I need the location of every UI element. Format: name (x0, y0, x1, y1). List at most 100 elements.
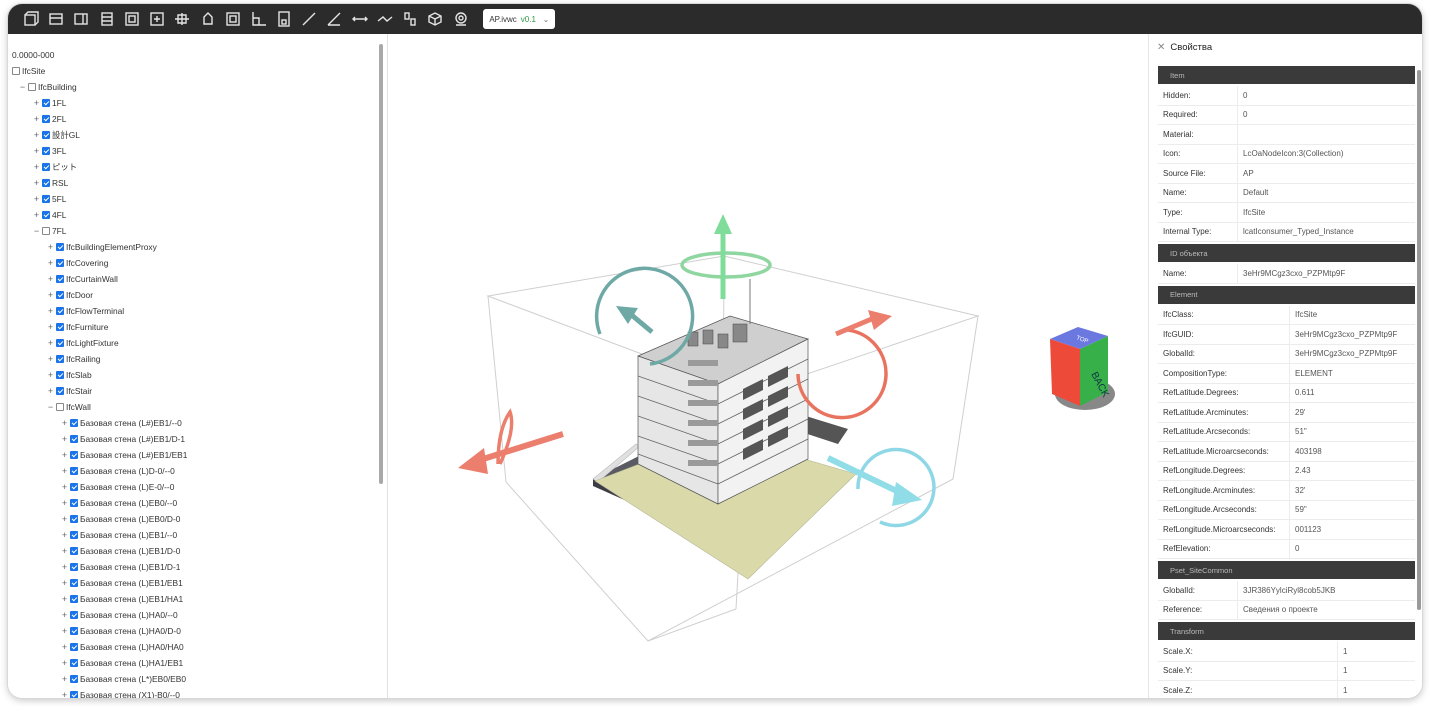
visibility-checkbox[interactable] (42, 163, 50, 171)
visibility-checkbox[interactable] (70, 659, 78, 667)
explode-button[interactable] (397, 7, 422, 31)
visibility-checkbox[interactable] (70, 675, 78, 683)
visibility-checkbox[interactable] (42, 147, 50, 155)
visibility-checkbox[interactable] (70, 611, 78, 619)
tree-item[interactable]: + IfcBuildingElementProxy (46, 240, 157, 254)
tree-item[interactable]: + Базовая стена (L#)EB1/--0 (60, 416, 182, 430)
measure-line-button[interactable] (296, 7, 321, 31)
cube-front-button[interactable] (18, 7, 43, 31)
visibility-checkbox[interactable] (12, 67, 20, 75)
expand-icon[interactable]: + (46, 258, 55, 268)
arrow-neg-x-head[interactable] (458, 448, 488, 474)
tree-item[interactable]: + ピット (32, 160, 77, 174)
cube-right-button[interactable] (119, 7, 144, 31)
tree-item[interactable]: +2FL (32, 112, 67, 126)
visibility-checkbox[interactable] (56, 355, 64, 363)
expand-icon[interactable]: + (32, 210, 41, 220)
tree-item[interactable]: + Базовая стена (L)EB0/D-0 (60, 512, 181, 526)
tree-item[interactable]: + Базовая стена (L*)EB0/EB0 (60, 672, 186, 686)
3d-viewport[interactable]: BACK TOP (388, 34, 1148, 698)
visibility-checkbox[interactable] (42, 211, 50, 219)
tree-item[interactable]: + IfcRailing (46, 352, 101, 366)
expand-icon[interactable]: + (60, 578, 69, 588)
visibility-checkbox[interactable] (42, 131, 50, 139)
view-cube[interactable]: BACK TOP (1050, 327, 1115, 410)
property-section-header[interactable]: ID объекта (1158, 244, 1415, 262)
expand-icon[interactable]: + (60, 434, 69, 444)
visibility-checkbox[interactable] (56, 403, 64, 411)
visibility-checkbox[interactable] (56, 323, 64, 331)
cube-side-button[interactable] (69, 7, 94, 31)
tree-item[interactable]: + Базовая стена (L)EB1/--0 (60, 528, 177, 542)
tree-item[interactable]: +1FL (32, 96, 67, 110)
visibility-checkbox[interactable] (70, 419, 78, 427)
fit-view-button[interactable] (220, 7, 245, 31)
tree-item[interactable]: + 設計GL (32, 128, 80, 142)
visibility-checkbox[interactable] (70, 547, 78, 555)
property-section-header[interactable]: Element (1158, 285, 1415, 304)
visibility-checkbox[interactable] (56, 307, 64, 315)
rotate-cursor-button[interactable] (195, 7, 220, 31)
expand-icon[interactable]: + (60, 658, 69, 668)
tree-item[interactable]: + Базовая стена (L)HA0/D-0 (60, 624, 181, 638)
collapse-icon[interactable]: − (32, 226, 41, 236)
tree-item[interactable]: + Базовая стена (L)EB1/HA1 (60, 592, 183, 606)
expand-icon[interactable]: + (60, 482, 69, 492)
cube-top-button[interactable] (43, 7, 68, 31)
visibility-checkbox[interactable] (70, 627, 78, 635)
collapse-icon[interactable]: − (46, 402, 55, 412)
visibility-checkbox[interactable] (42, 99, 50, 107)
visibility-checkbox[interactable] (70, 499, 78, 507)
expand-icon[interactable]: + (32, 178, 41, 188)
expand-icon[interactable]: + (60, 594, 69, 604)
rotate-ring-red[interactable] (796, 328, 888, 420)
visibility-checkbox[interactable] (56, 275, 64, 283)
arrow-z-head[interactable] (892, 482, 922, 506)
visibility-checkbox[interactable] (56, 243, 64, 251)
tree-item[interactable]: + Базовая стена (L)HA1/EB1 (60, 656, 183, 670)
tree-item[interactable]: + IfcFlowTerminal (46, 304, 124, 318)
axis-button[interactable] (246, 7, 271, 31)
property-section-header[interactable]: Transform (1158, 622, 1415, 640)
tree-item[interactable]: + Базовая стена (L)EB0/--0 (60, 496, 177, 510)
visibility-checkbox[interactable] (70, 579, 78, 587)
tree-item[interactable]: +4FL (32, 208, 67, 222)
tree-item[interactable]: + Базовая стена (L#)EB1/D-1 (60, 432, 185, 446)
visibility-checkbox[interactable] (56, 371, 64, 379)
tree-item[interactable]: + Базовая стена (L)EB1/D-0 (60, 544, 181, 558)
expand-icon[interactable]: + (32, 146, 41, 156)
clip-box-button[interactable] (271, 7, 296, 31)
visibility-checkbox[interactable] (70, 595, 78, 603)
visibility-checkbox[interactable] (42, 195, 50, 203)
expand-icon[interactable]: + (46, 290, 55, 300)
tree-item[interactable]: − 7FL (32, 224, 67, 238)
visibility-checkbox[interactable] (70, 531, 78, 539)
tree-item[interactable]: + IfcSlab (46, 368, 92, 382)
expand-icon[interactable]: + (46, 354, 55, 364)
tree-item[interactable]: + IfcCurtainWall (46, 272, 118, 286)
expand-icon[interactable]: + (60, 562, 69, 572)
tree-item[interactable]: + Базовая стена (L)HA0/--0 (60, 608, 178, 622)
visibility-checkbox[interactable] (56, 387, 64, 395)
tree-item[interactable]: + Базовая стена (L)E-0/--0 (60, 480, 175, 494)
tree-item[interactable]: + Базовая стена (L)D-0/--0 (60, 464, 175, 478)
expand-icon[interactable]: + (60, 498, 69, 508)
close-properties-icon[interactable]: ✕ (1157, 42, 1165, 53)
properties-scrollbar[interactable] (1417, 70, 1421, 610)
expand-icon[interactable]: + (32, 194, 41, 204)
visibility-checkbox[interactable] (70, 483, 78, 491)
tree-item[interactable]: +5FL (32, 192, 67, 206)
tree-item[interactable]: + IfcFurniture (46, 320, 109, 334)
arrow-x-head[interactable] (868, 310, 892, 330)
tree-scrollbar[interactable] (379, 44, 383, 484)
expand-icon[interactable]: + (60, 642, 69, 652)
tree-item[interactable]: +3FL (32, 144, 67, 158)
tree-item[interactable]: + Базовая стена (L)EB1/D-1 (60, 560, 181, 574)
expand-icon[interactable]: + (60, 530, 69, 540)
expand-icon[interactable]: + (60, 450, 69, 460)
tree-item[interactable]: − IfcWall (46, 400, 91, 414)
tree-item[interactable]: + IfcLightFixture (46, 336, 119, 350)
collapse-icon[interactable]: − (18, 82, 27, 92)
model-select[interactable]: AP.ivwc v0.1 ⌄ (483, 9, 556, 29)
visibility-checkbox[interactable] (70, 563, 78, 571)
